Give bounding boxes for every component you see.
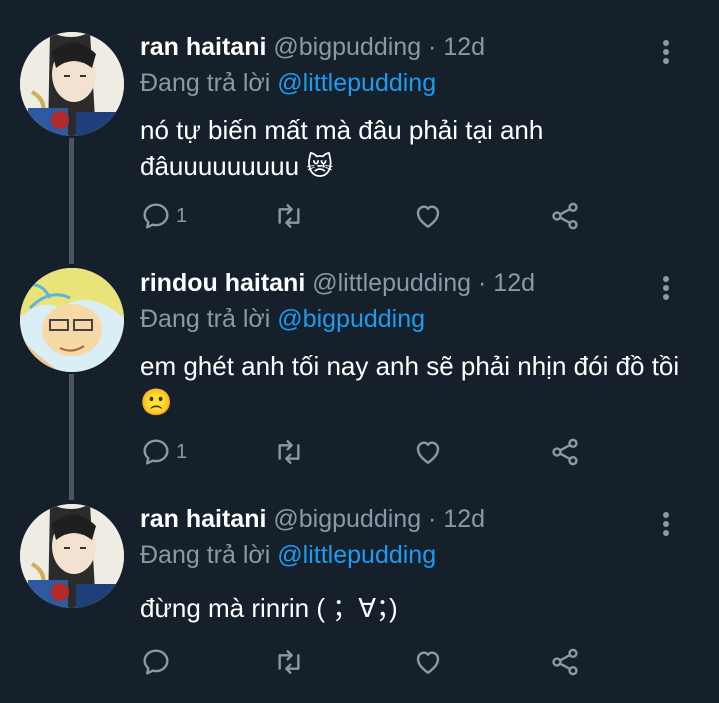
tweet-header: rindou haitani @littlepudding · 12d: [140, 268, 535, 298]
reply-button[interactable]: 1: [140, 199, 187, 233]
reply-mention[interactable]: @littlepudding: [277, 541, 436, 569]
tweet-text: đừng mà rinrin ( ；∀；): [140, 593, 398, 623]
reply-button[interactable]: [140, 645, 176, 679]
reply-context: Đang trả lời @bigpudding: [140, 304, 425, 334]
reply-context: Đang trả lời @littlepudding: [140, 540, 436, 570]
reply-button[interactable]: 1: [140, 435, 187, 469]
share-button[interactable]: [549, 435, 581, 469]
reply-count: 1: [176, 204, 188, 227]
tweet[interactable]: ran haitani @bigpudding · 12d Đang trả l…: [0, 504, 719, 694]
like-button[interactable]: [412, 435, 444, 469]
like-button[interactable]: [412, 645, 444, 679]
tweet-header: ran haitani @bigpudding · 12d: [140, 32, 485, 62]
timestamp[interactable]: · 12d: [428, 33, 485, 61]
retweet-button[interactable]: [273, 645, 305, 679]
retweet-icon: [278, 650, 300, 674]
reply-mention[interactable]: @bigpudding: [277, 305, 425, 333]
tweet[interactable]: rindou haitani @littlepudding · 12d Đang…: [0, 268, 719, 488]
share-button[interactable]: [549, 199, 581, 233]
retweet-icon: [278, 204, 300, 228]
avatar[interactable]: [20, 268, 124, 372]
tweet[interactable]: ran haitani @bigpudding · 12d Đang trả l…: [0, 32, 719, 252]
avatar[interactable]: [20, 504, 124, 608]
more-icon[interactable]: [658, 510, 674, 540]
reply-mention[interactable]: @littlepudding: [277, 69, 436, 97]
reply-count: 1: [176, 440, 188, 463]
share-button[interactable]: [549, 645, 581, 679]
tweet-text: nó tự biến mất mà đâu phải tại anh đâuuu…: [140, 115, 544, 181]
tweet-text: em ghét anh tối nay anh sẽ phải nhịn đói…: [140, 351, 680, 417]
tweet-actions: 1: [140, 435, 600, 469]
retweet-button[interactable]: [273, 199, 305, 233]
username[interactable]: @bigpudding: [273, 505, 421, 533]
share-icon: [552, 202, 578, 230]
timestamp[interactable]: · 12d: [428, 505, 485, 533]
display-name[interactable]: rindou haitani: [140, 269, 305, 297]
avatar[interactable]: [20, 32, 124, 136]
reply-icon: [143, 439, 169, 465]
share-icon: [552, 438, 578, 466]
heart-icon: [416, 205, 440, 228]
reply-prefix: Đang trả lời: [140, 305, 271, 333]
heart-icon: [416, 441, 440, 464]
more-icon[interactable]: [658, 274, 674, 304]
heart-icon: [416, 651, 440, 674]
username[interactable]: @bigpudding: [273, 33, 421, 61]
reply-icon: [143, 203, 169, 229]
share-icon: [552, 648, 578, 676]
display-name[interactable]: ran haitani: [140, 505, 266, 533]
username[interactable]: @littlepudding: [312, 269, 471, 297]
tweet-actions: [140, 645, 600, 679]
reply-prefix: Đang trả lời: [140, 69, 271, 97]
retweet-button[interactable]: [273, 435, 305, 469]
more-icon[interactable]: [658, 38, 674, 68]
reply-context: Đang trả lời @littlepudding: [140, 68, 436, 98]
like-button[interactable]: [412, 199, 444, 233]
retweet-icon: [278, 440, 300, 464]
reply-prefix: Đang trả lời: [140, 541, 271, 569]
tweet-header: ran haitani @bigpudding · 12d: [140, 504, 485, 534]
timestamp[interactable]: · 12d: [478, 269, 535, 297]
reply-icon: [143, 649, 169, 675]
tweet-actions: 1: [140, 199, 600, 233]
display-name[interactable]: ran haitani: [140, 33, 266, 61]
